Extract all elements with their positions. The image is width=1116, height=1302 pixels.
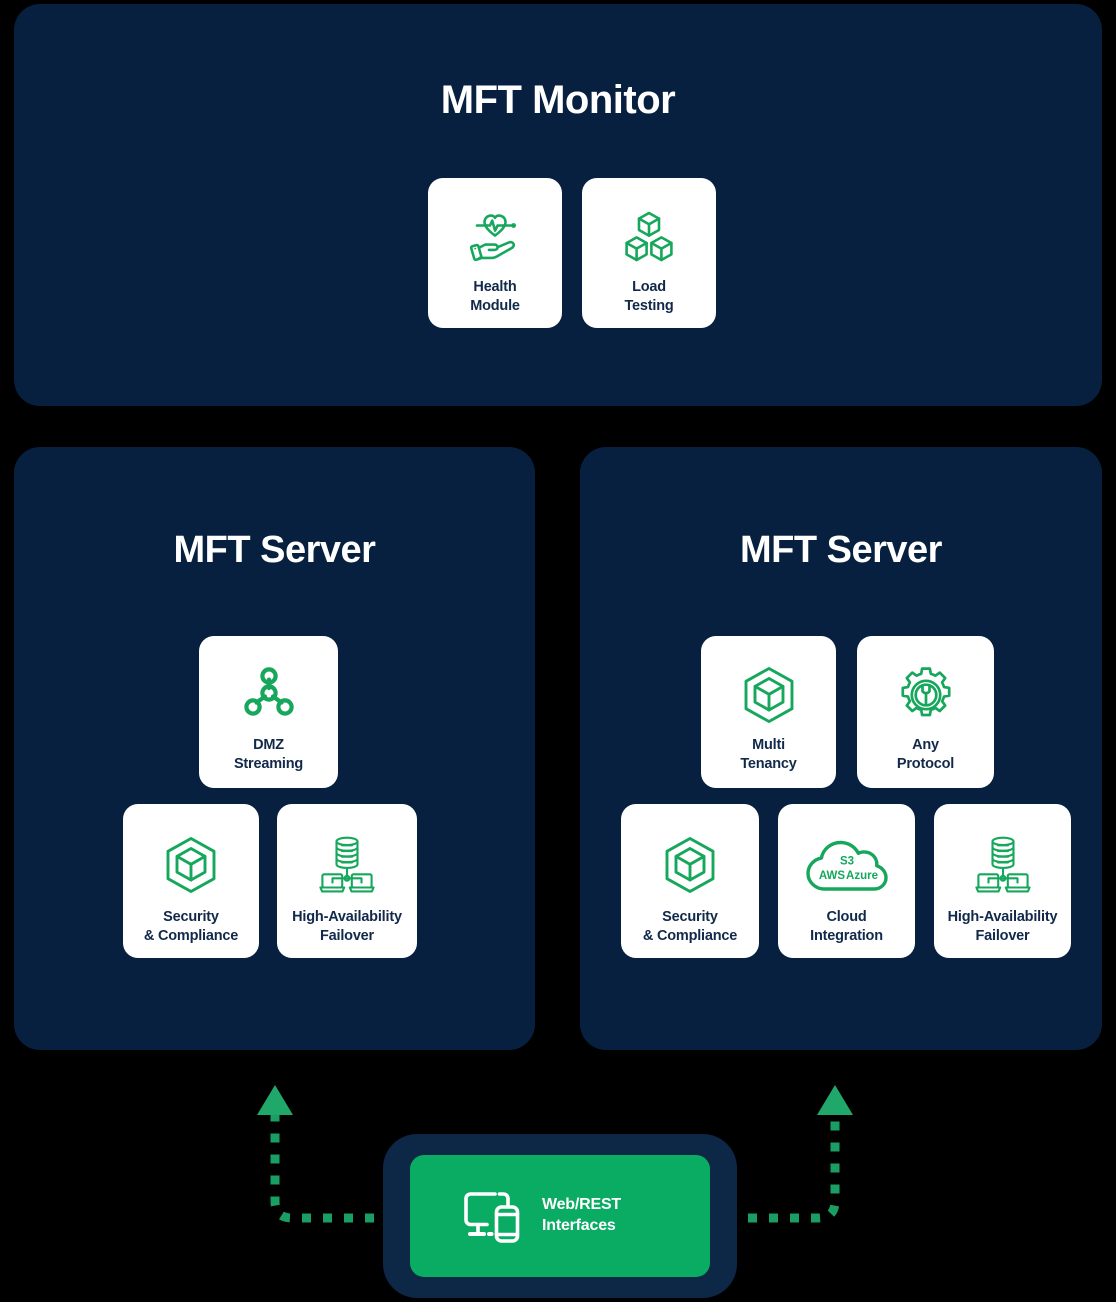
card-label: Security & Compliance [642,909,738,944]
cloud-label-azure: Azure [846,870,878,882]
network-nodes-icon [242,666,296,722]
stacked-cubes-icon [621,206,677,268]
card-label: High-Availability Failover [292,909,402,944]
card-label: Multi Tenancy [740,737,797,772]
card-high-availability-failover-left[interactable]: High-Availability Failover [277,804,417,958]
card-label: Security & Compliance [143,909,239,944]
connector-path-left [270,1113,395,1223]
card-security-compliance-right[interactable]: Security & Compliance [621,804,759,958]
monitor-phone-icon [462,1188,524,1244]
arrow-up-icon-left [257,1085,293,1115]
card-label: DMZ Streaming [233,737,304,772]
card-label: Any Protocol [896,737,955,772]
diagram-canvas: MFT Monitor Health Module Load Testing M… [0,0,1116,1302]
cube-shield-icon [661,834,719,896]
cloud-label-aws: AWS [818,870,845,882]
card-health-module[interactable]: Health Module [428,178,562,328]
panel-title-mft-server-right: MFT Server [740,529,942,571]
cloud-label-s3: S3 [839,856,853,868]
card-label: Cloud Integration [810,909,883,944]
node-web-rest-interfaces[interactable]: Web/REST Interfaces [410,1155,710,1277]
card-high-availability-failover-right[interactable]: High-Availability Failover [934,804,1071,958]
card-dmz-streaming[interactable]: DMZ Streaming [199,636,338,788]
cloud-icon: S3 AWS Azure [805,836,889,896]
webrest-label: Web/REST Interfaces [542,1196,622,1234]
card-label: Health Module [470,279,520,314]
cube-shield-icon [740,664,798,726]
card-label: High-Availability Failover [947,909,1058,944]
arrow-up-icon-right [817,1085,853,1115]
heart-hand-icon [465,206,525,268]
card-multi-tenancy[interactable]: Multi Tenancy [701,636,836,788]
panel-mft-server-right: MFT Server [580,447,1102,1050]
gear-wrench-icon [897,664,955,726]
card-security-compliance-left[interactable]: Security & Compliance [123,804,259,958]
connector-path-right [727,1113,840,1223]
database-laptops-icon [318,834,376,896]
card-label: Load Testing [624,279,674,314]
card-cloud-integration[interactable]: S3 AWS Azure Cloud Integration [778,804,915,958]
database-laptops-icon [974,834,1032,896]
card-load-testing[interactable]: Load Testing [582,178,716,328]
card-any-protocol[interactable]: Any Protocol [857,636,994,788]
panel-mft-monitor: MFT Monitor Health Module Load Testing [14,4,1102,406]
panel-title-mft-server-left: MFT Server [173,529,376,571]
panel-title-mft-monitor: MFT Monitor [440,78,676,122]
cube-shield-icon [162,834,220,896]
